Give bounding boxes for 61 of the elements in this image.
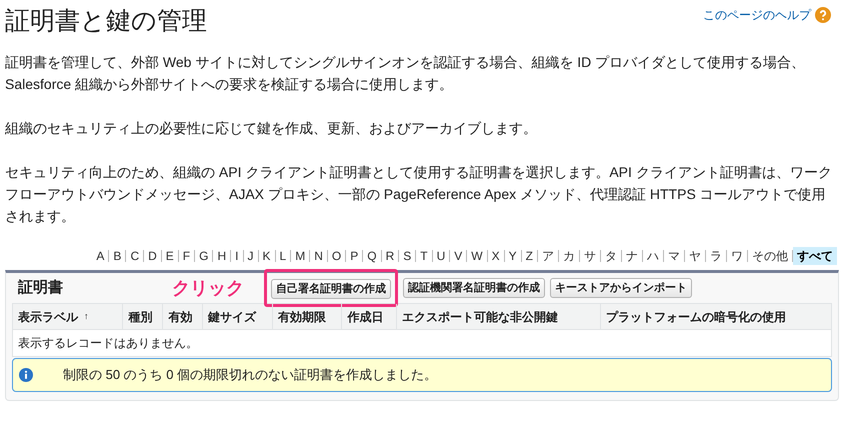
- empty-message: 表示するレコードはありません。: [17, 335, 199, 352]
- action-button[interactable]: キーストアからインポート: [550, 278, 692, 298]
- alphabet-filter-link[interactable]: U: [432, 247, 450, 265]
- description-paragraph: 組織のセキュリティ上の必要性に応じて鍵を作成、更新、およびアーカイブします。: [5, 119, 538, 138]
- alphabet-filter-link[interactable]: B: [109, 247, 126, 265]
- alphabet-filter-link[interactable]: Y: [504, 247, 521, 265]
- info-message: 制限の 50 のうち 0 個の期限切れのない証明書を作成しました。: [63, 366, 438, 384]
- help-icon[interactable]: [815, 7, 831, 23]
- help-link[interactable]: このページのヘルプ: [703, 6, 811, 24]
- alphabet-filter-link[interactable]: Q: [363, 247, 381, 265]
- alphabet-filter-link[interactable]: サ: [580, 247, 600, 265]
- column-header[interactable]: 種別: [128, 308, 152, 326]
- annotation-label: クリック: [172, 276, 245, 300]
- alphabet-filter-link[interactable]: ア: [538, 247, 558, 265]
- alphabet-filter-link[interactable]: P: [346, 247, 362, 265]
- page-title: 証明書と鍵の管理: [5, 6, 207, 37]
- column-header[interactable]: プラットフォームの暗号化の使用: [606, 308, 786, 326]
- column-header[interactable]: エクスポート可能な非公開鍵: [402, 308, 558, 326]
- alphabet-filter-link[interactable]: O: [328, 247, 346, 265]
- alphabet-filter-link[interactable]: R: [382, 247, 398, 265]
- alphabet-filter-link[interactable]: マ: [664, 247, 684, 265]
- alphabet-filter-link[interactable]: F: [178, 247, 194, 265]
- info-icon: [19, 368, 33, 382]
- action-button[interactable]: 認証機関署名証明書の作成: [403, 278, 545, 298]
- description-paragraph: セキュリティ向上のため、組織の API クライアント証明書として使用する証明書を選択します。API クライアント証明書は、ワークフローアウトバウンドメッセージ、AJAX プロキシ、一部の PageReference Apex メソッド、代理認証 HTTPS コールアウトで使用されます。: [5, 163, 833, 226]
- alphabet-filter-link[interactable]: A: [92, 247, 108, 265]
- column-header[interactable]: 有効: [168, 308, 192, 326]
- column-header[interactable]: 作成日: [347, 308, 384, 326]
- column-header[interactable]: 鍵サイズ: [208, 308, 256, 326]
- alphabet-filter-link[interactable]: Z: [522, 247, 537, 265]
- action-button[interactable]: 自己署名証明書の作成: [271, 279, 391, 300]
- alphabet-filter-link[interactable]: H: [213, 247, 230, 265]
- alphabet-filter-link[interactable]: N: [310, 247, 327, 265]
- alphabet-filter-link[interactable]: その他: [748, 247, 792, 265]
- alphabet-filter-link[interactable]: M: [291, 247, 310, 265]
- alphabet-filter-link[interactable]: T: [416, 247, 432, 265]
- alphabet-filter-link[interactable]: ハ: [643, 247, 663, 265]
- alphabet-filter-link[interactable]: ナ: [622, 247, 642, 265]
- panel-title: 証明書: [16, 278, 64, 298]
- sort-indicator: ↑: [84, 310, 88, 323]
- alphabet-filter-link[interactable]: V: [450, 247, 466, 265]
- alphabet-filter-link[interactable]: ラ: [706, 247, 726, 265]
- alphabet-filter-link[interactable]: G: [195, 247, 212, 265]
- alphabet-filter-link[interactable]: ワ: [727, 247, 747, 265]
- alphabet-filter-link[interactable]: ヤ: [685, 247, 705, 265]
- alphabet-filter-link[interactable]: L: [276, 247, 290, 265]
- alphabet-filter-link[interactable]: タ: [601, 247, 621, 265]
- column-header[interactable]: 表示ラベル: [18, 308, 78, 326]
- alphabet-filter-link[interactable]: カ: [559, 247, 579, 265]
- alphabet-filter-link[interactable]: K: [258, 247, 275, 265]
- description-paragraph: 証明書を管理して、外部 Web サイトに対してシングルサインオンを認証する場合、組織を ID プロバイダとして使用する場合、Salesforce 組織から外部サイトへの要求を検証する場合に使用します。: [5, 53, 806, 94]
- alphabet-filter-link[interactable]: X: [488, 247, 504, 265]
- alphabet-filter-link[interactable]: J: [244, 247, 258, 265]
- alphabet-filter-link[interactable]: D: [144, 247, 161, 265]
- alphabet-filter-link[interactable]: E: [162, 247, 178, 265]
- alphabet-filter-link[interactable]: I: [231, 247, 242, 265]
- alphabet-filter-link[interactable]: すべて: [793, 247, 837, 265]
- alphabet-filter-link[interactable]: C: [126, 247, 144, 265]
- alphabet-filter-link[interactable]: S: [399, 247, 416, 265]
- column-header[interactable]: 有効期限: [278, 308, 326, 326]
- alphabet-filter-link[interactable]: W: [467, 247, 487, 265]
